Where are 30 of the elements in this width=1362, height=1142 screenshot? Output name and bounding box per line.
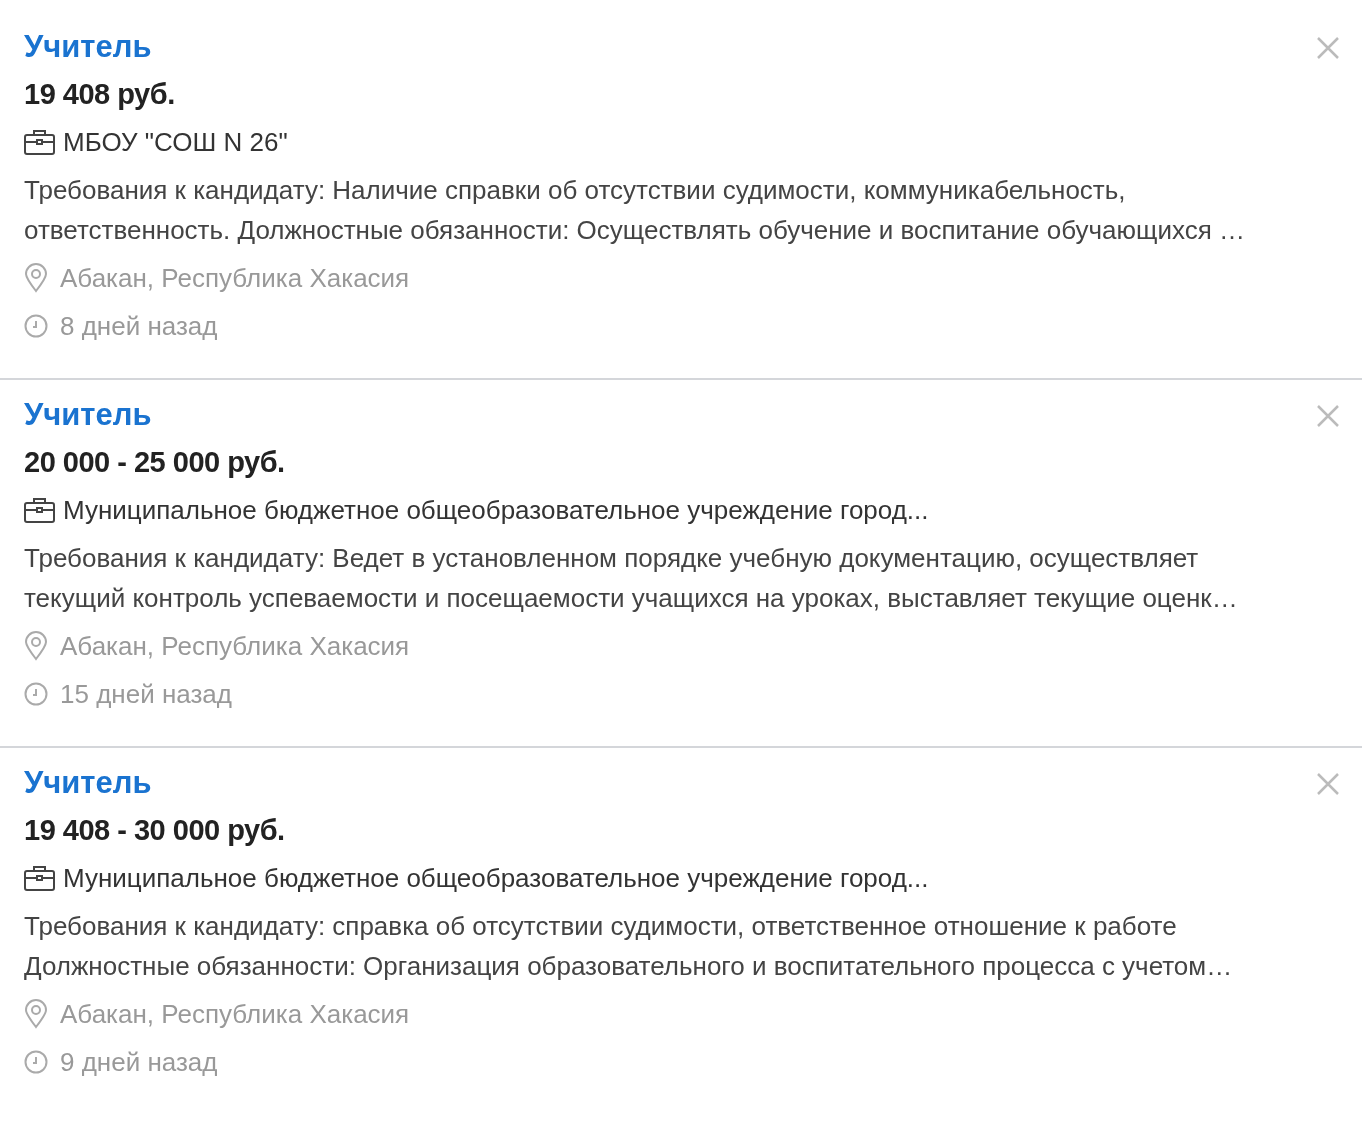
clock-icon	[24, 314, 48, 338]
salary: 20 000 - 25 000 руб.	[24, 447, 285, 477]
location-pin-icon	[24, 631, 48, 661]
location: Абакан, Республика Хакасия	[60, 265, 410, 291]
posted-date: 8 дней назад	[60, 313, 218, 339]
posted-date: 9 дней назад	[60, 1049, 218, 1075]
vacancy-title-link[interactable]: Учитель	[24, 766, 152, 798]
description-line: текущий контроль успеваемости и посещаемости учащихся на уроках, выставляет текущие оценк…	[24, 582, 1239, 615]
salary: 19 408 руб.	[24, 79, 175, 109]
description-line: Требования к кандидату: Наличие справки об отсутствии судимости, коммуникабельность,	[24, 174, 1127, 207]
salary: 19 408 - 30 000 руб.	[24, 815, 285, 845]
company-name: Муниципальное бюджетное общеобразовательное учреждение город...	[63, 497, 929, 523]
location: Абакан, Республика Хакасия	[60, 633, 410, 659]
company-name: МБОУ "СОШ N 26"	[63, 129, 288, 155]
clock-icon	[24, 682, 48, 706]
description-line: Требования к кандидату: справка об отсутствии судимости, ответственное отношение к работе	[24, 910, 1178, 943]
vacancy-title-link[interactable]: Учитель	[24, 398, 152, 430]
clock-icon	[24, 1050, 48, 1074]
vacancy-title-link[interactable]: Учитель	[24, 30, 152, 62]
description-line: Требования к кандидату: Ведет в установленном порядке учебную документацию, осуществляет	[24, 542, 1200, 575]
location: Абакан, Республика Хакасия	[60, 1001, 410, 1027]
location-pin-icon	[24, 263, 48, 293]
location-pin-icon	[24, 999, 48, 1029]
briefcase-icon	[24, 129, 55, 155]
briefcase-icon	[24, 497, 55, 523]
description-line: Должностные обязанности: Организация образовательного и воспитательного процесса с учетом…	[24, 950, 1234, 983]
company-name: Муниципальное бюджетное общеобразовательное учреждение город...	[63, 865, 929, 891]
description-line: ответственность. Должностные обязанности: Осуществлять обучение и воспитание обучающихся …	[24, 214, 1246, 247]
posted-date: 15 дней назад	[60, 681, 232, 707]
briefcase-icon	[24, 865, 55, 891]
